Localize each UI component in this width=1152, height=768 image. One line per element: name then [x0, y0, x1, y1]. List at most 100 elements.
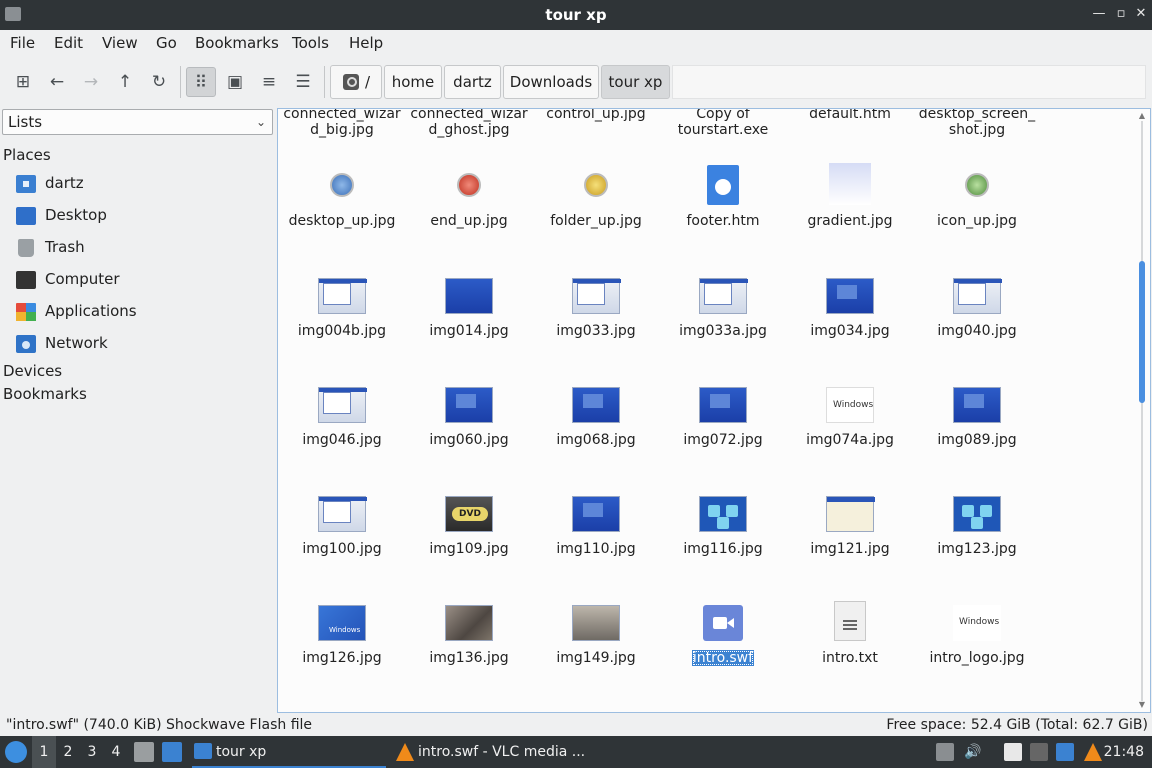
file-item[interactable]: img033a.jpg: [660, 278, 786, 339]
clipboard-icon[interactable]: [1004, 743, 1022, 761]
show-desktop-icon[interactable]: [162, 742, 182, 762]
path-crumb-home[interactable]: home: [384, 65, 442, 99]
close-button[interactable]: ✕: [1132, 5, 1150, 23]
file-item[interactable]: Copy of tourstart.exe: [660, 109, 786, 138]
file-item[interactable]: folder_up.jpg: [533, 173, 659, 229]
workspace-1[interactable]: 1: [32, 736, 56, 768]
file-item[interactable]: img109.jpg: [406, 496, 532, 557]
file-item[interactable]: img126.jpg: [279, 605, 405, 666]
back-icon[interactable]: ←: [42, 67, 72, 97]
file-name: img040.jpg: [937, 323, 1017, 339]
file-name: desktop_screen_: [918, 108, 1036, 122]
workspace-2[interactable]: 2: [56, 736, 80, 768]
file-item[interactable]: img060.jpg: [406, 387, 532, 448]
place-desktop[interactable]: Desktop: [16, 204, 266, 228]
menu-tools[interactable]: Tools: [292, 34, 329, 52]
scroll-up-icon[interactable]: ▲: [1138, 111, 1146, 120]
place-applications[interactable]: Applications: [16, 300, 266, 324]
maximize-button[interactable]: ▫: [1112, 5, 1130, 23]
image-thumbnail: [953, 496, 1001, 532]
new-tab-icon[interactable]: ⊞: [8, 67, 38, 97]
scroll-track[interactable]: [1141, 121, 1143, 701]
task-vlc[interactable]: intro.swf - VLC media ...: [394, 736, 594, 768]
file-item[interactable]: connected_wizar d_big.jpg: [279, 109, 405, 138]
file-item[interactable]: connected_wizar d_ghost.jpg: [406, 109, 532, 138]
place-trash[interactable]: Trash: [16, 236, 266, 260]
file-item[interactable]: footer.htm: [660, 165, 786, 229]
file-item[interactable]: img116.jpg: [660, 496, 786, 557]
image-thumbnail: [318, 605, 366, 641]
file-item[interactable]: img004b.jpg: [279, 278, 405, 339]
file-name: img060.jpg: [429, 432, 509, 448]
menu-help[interactable]: Help: [349, 34, 383, 52]
side-pane-mode-select[interactable]: Lists ⌄: [2, 109, 273, 135]
up-icon[interactable]: ↑: [110, 67, 140, 97]
file-item[interactable]: intro.txt: [787, 601, 913, 666]
file-item[interactable]: desktop_screen_ shot.jpg: [914, 108, 1040, 138]
file-item[interactable]: gradient.jpg: [787, 163, 913, 229]
task-file-manager[interactable]: tour xp: [192, 736, 386, 768]
file-item[interactable]: img040.jpg: [914, 278, 1040, 339]
file-item[interactable]: img014.jpg: [406, 278, 532, 339]
file-item[interactable]: end_up.jpg: [406, 173, 532, 229]
workspace-3[interactable]: 3: [80, 736, 104, 768]
compact-view-icon[interactable]: ≡: [254, 67, 284, 97]
file-item[interactable]: img089.jpg: [914, 387, 1040, 448]
thumbnail-view-icon[interactable]: ▣: [220, 67, 250, 97]
scroll-down-icon[interactable]: ▼: [1138, 700, 1146, 709]
file-item[interactable]: default.htm: [787, 109, 913, 122]
path-crumb-downloads[interactable]: Downloads: [503, 65, 599, 99]
reload-icon[interactable]: ↻: [144, 67, 174, 97]
minimize-button[interactable]: —: [1090, 5, 1108, 23]
network-status-icon[interactable]: [1030, 743, 1048, 761]
volume-icon[interactable]: 🔊: [964, 743, 982, 761]
menu-go[interactable]: Go: [156, 34, 177, 52]
file-item[interactable]: img149.jpg: [533, 605, 659, 666]
menu-view[interactable]: View: [102, 34, 138, 52]
file-item[interactable]: img072.jpg: [660, 387, 786, 448]
path-crumb-tour-xp[interactable]: tour xp: [601, 65, 670, 99]
menu-bookmarks[interactable]: Bookmarks: [195, 34, 279, 52]
place-computer[interactable]: Computer: [16, 268, 266, 292]
file-view[interactable]: connected_wizar d_big.jpg connected_wiza…: [277, 108, 1151, 713]
place-dartz[interactable]: dartz: [16, 172, 266, 196]
file-item[interactable]: desktop_up.jpg: [279, 173, 405, 229]
file-item[interactable]: img046.jpg: [279, 387, 405, 448]
file-item[interactable]: img123.jpg: [914, 496, 1040, 557]
devices-header[interactable]: Devices: [3, 362, 62, 380]
bookmarks-header[interactable]: Bookmarks: [3, 385, 87, 403]
path-root-button[interactable]: /: [330, 65, 382, 99]
icon-view-icon[interactable]: ⠿: [186, 67, 216, 97]
workspace-4[interactable]: 4: [104, 736, 128, 768]
scroll-thumb[interactable]: [1139, 261, 1145, 403]
file-item-selected[interactable]: intro.swf: [660, 605, 786, 666]
file-item[interactable]: img100.jpg: [279, 496, 405, 557]
file-item[interactable]: icon_up.jpg: [914, 173, 1040, 229]
taskbar: 1 2 3 4 tour xp intro.swf - VLC media ..…: [0, 736, 1152, 768]
file-item[interactable]: img068.jpg: [533, 387, 659, 448]
file-manager-launcher-icon[interactable]: [134, 742, 154, 762]
file-item[interactable]: img034.jpg: [787, 278, 913, 339]
vertical-scrollbar[interactable]: ▲ ▼: [1136, 111, 1148, 709]
file-item[interactable]: img121.jpg: [787, 496, 913, 557]
path-bar-empty[interactable]: [672, 65, 1146, 99]
desktop-icon: [16, 207, 36, 225]
file-item[interactable]: img074a.jpg: [787, 387, 913, 448]
eject-icon[interactable]: [936, 743, 954, 761]
file-item[interactable]: control_up.jpg: [533, 109, 659, 122]
file-item[interactable]: img136.jpg: [406, 605, 532, 666]
place-network[interactable]: Network: [16, 332, 266, 356]
detailed-list-view-icon[interactable]: ☰: [288, 67, 318, 97]
vlc-tray-icon[interactable]: [1084, 743, 1102, 761]
forward-icon[interactable]: →: [76, 67, 106, 97]
file-item[interactable]: img110.jpg: [533, 496, 659, 557]
file-item[interactable]: intro_logo.jpg: [914, 605, 1040, 666]
menu-file[interactable]: File: [10, 34, 35, 52]
places-header[interactable]: Places: [3, 146, 51, 164]
file-item[interactable]: img033.jpg: [533, 278, 659, 339]
display-icon[interactable]: [1056, 743, 1074, 761]
start-menu-icon[interactable]: [5, 741, 27, 763]
menu-edit[interactable]: Edit: [54, 34, 83, 52]
path-crumb-dartz[interactable]: dartz: [444, 65, 501, 99]
clock[interactable]: 21:48: [1104, 736, 1144, 768]
